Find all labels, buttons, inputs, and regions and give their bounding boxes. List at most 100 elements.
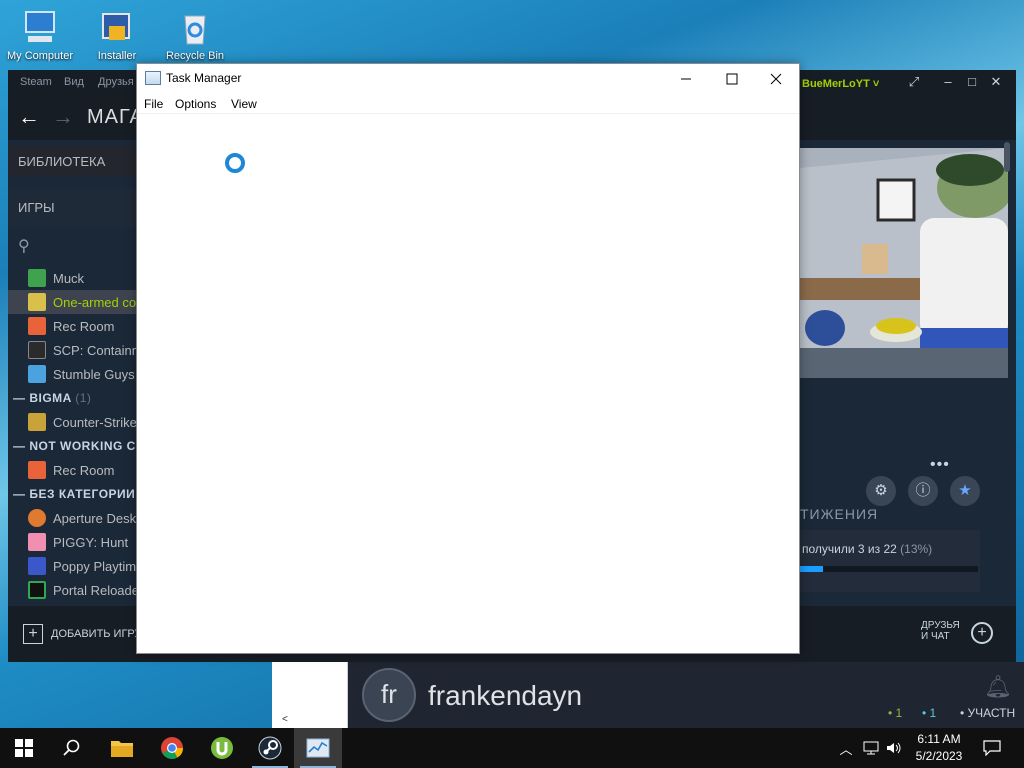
taskbar-chrome[interactable] [148,728,196,768]
taskbar-task-manager[interactable] [294,728,342,768]
menu-file[interactable]: File [144,97,163,111]
game-icon [28,509,46,527]
game-artwork-illustration [800,148,1008,378]
chat-members-label[interactable]: • УЧАСТН [960,706,1015,720]
category-count: (1) [75,391,92,405]
desktop-icon-my-computer[interactable]: My Computer [7,8,73,66]
desktop-icon-label: Installer [97,50,137,62]
chat-online-count: • 1 [888,706,903,720]
add-friend-icon[interactable]: + [971,622,993,644]
bell-icon[interactable]: 🔔︎ [984,674,1012,700]
settings-gear-icon[interactable]: ⚙ [866,476,896,506]
game-name: Counter-Strike [53,415,137,430]
game-item-scp[interactable]: SCP: Containment [8,338,161,362]
chat-ingame-count: • 1 [922,706,937,720]
library-header[interactable]: БИБЛИОТЕКА [8,146,138,176]
category-bigma[interactable]: — BIGMA (1) [8,386,138,408]
achievements-count: получили 3 из 22 [802,542,897,556]
volume-icon[interactable] [884,728,904,768]
game-icon [28,461,46,479]
network-monitor-icon [863,741,879,755]
game-icon [28,533,46,551]
game-item-one-armed-cook[interactable]: One-armed cook [8,290,150,314]
task-manager-title-bar[interactable]: Task Manager [137,64,799,94]
tray-chevron-icon[interactable]: ︿ [836,728,856,768]
game-item-muck[interactable]: Muck [8,266,138,290]
system-clock[interactable]: 6:11 AM 5/2/2023 [905,731,973,765]
task-manager-window: Task Manager File Options View [136,63,800,654]
menu-view[interactable]: View [231,97,257,111]
add-game-button[interactable]: + ДОБАВИТЬ ИГРУ [23,624,142,644]
maximize-button[interactable] [709,64,755,94]
big-picture-icon[interactable]: ⤢ [906,74,922,90]
chrome-icon [161,737,183,759]
game-item-rec-room[interactable]: Rec Room [8,314,138,338]
achievements-title: ТИЖЕНИЯ [800,506,879,522]
games-filter[interactable]: ИГРЫ [8,188,138,228]
info-icon[interactable]: ⓘ [908,476,938,506]
game-item-piggy[interactable]: PIGGY: Hunt [8,530,138,554]
more-options-icon[interactable]: ••• [930,456,950,474]
taskbar-file-explorer[interactable] [98,728,146,768]
friends-chat-label-2: И ЧАТ [921,631,950,642]
desktop-icon-installer[interactable]: Installer [85,8,149,66]
game-item-counter-strike[interactable]: Counter-Strike [8,410,138,434]
utorrent-icon [211,737,233,759]
start-button[interactable] [0,728,48,768]
game-item-poppy-playtime[interactable]: Poppy Playtime [8,554,143,578]
game-icon [28,341,46,359]
desktop-icon-recycle-bin[interactable]: Recycle Bin [163,8,227,66]
game-item-portal-reloaded[interactable]: Portal Reloaded [8,578,146,602]
game-icon [28,317,46,335]
game-icon [28,413,46,431]
game-item-rec-room-2[interactable]: Rec Room [8,458,138,482]
game-icon [28,557,46,575]
minimize-button[interactable] [663,64,709,94]
steam-menu-friends[interactable]: Друзья [98,76,134,88]
category-uncategorized[interactable]: — БЕЗ КАТЕГОРИИ [8,482,138,504]
back-arrow-icon[interactable]: ← [18,104,40,130]
speaker-icon [887,742,901,754]
games-label: ИГРЫ [18,200,55,215]
minimize-icon[interactable]: – [940,74,956,90]
notifications-button[interactable] [978,728,1006,768]
recycle-bin-icon [184,15,206,45]
menu-options[interactable]: Options [175,97,216,111]
network-icon[interactable] [860,728,882,768]
category-name: BIGMA [29,391,72,405]
game-icon [28,293,46,311]
achievements-panel[interactable]: получили 3 из 22 (13%) [800,530,980,592]
close-icon[interactable]: ✕ [988,74,1004,90]
search-icon[interactable]: ⚲ [18,236,42,260]
category-not-working[interactable]: — NOT WORKING C [8,434,138,456]
game-name: PIGGY: Hunt [53,535,129,550]
computer-icon [25,11,55,42]
chat-avatar[interactable]: fr [362,668,416,722]
favorite-star-icon[interactable]: ★ [950,476,980,506]
chat-collapse-icon[interactable]: < [282,714,288,725]
forward-arrow-icon[interactable]: → [52,104,74,130]
steam-menu-steam[interactable]: Steam [20,76,52,88]
search-button[interactable] [48,728,96,768]
taskbar-utorrent[interactable] [198,728,246,768]
game-name: Muck [53,271,85,286]
task-manager-menu-bar: File Options View [137,94,799,114]
maximize-icon[interactable]: □ [964,74,980,90]
game-item-aperture-desk[interactable]: Aperture Desk [8,506,138,530]
friends-chat-button[interactable]: ДРУЗЬЯ И ЧАТ [921,620,960,642]
plus-icon: + [23,624,43,644]
game-name: Rec Room [53,463,115,478]
steam-scrollbar[interactable] [1004,142,1010,172]
loading-spinner-icon [225,153,245,173]
close-button[interactable] [753,64,799,94]
game-name: Poppy Playtime [53,559,144,574]
windows-logo-icon [15,739,33,757]
game-artwork [800,148,1008,378]
taskbar: ︿ 6:11 AM 5/2/2023 [0,728,1024,768]
folder-icon [111,741,133,757]
taskbar-steam[interactable] [246,728,294,768]
achievements-percent: (13%) [900,542,933,556]
steam-menu-view[interactable]: Вид [64,76,84,88]
game-item-stumble-guys[interactable]: Stumble Guys [8,362,138,386]
steam-username[interactable]: BueMerLoYT ˅ [802,78,879,90]
